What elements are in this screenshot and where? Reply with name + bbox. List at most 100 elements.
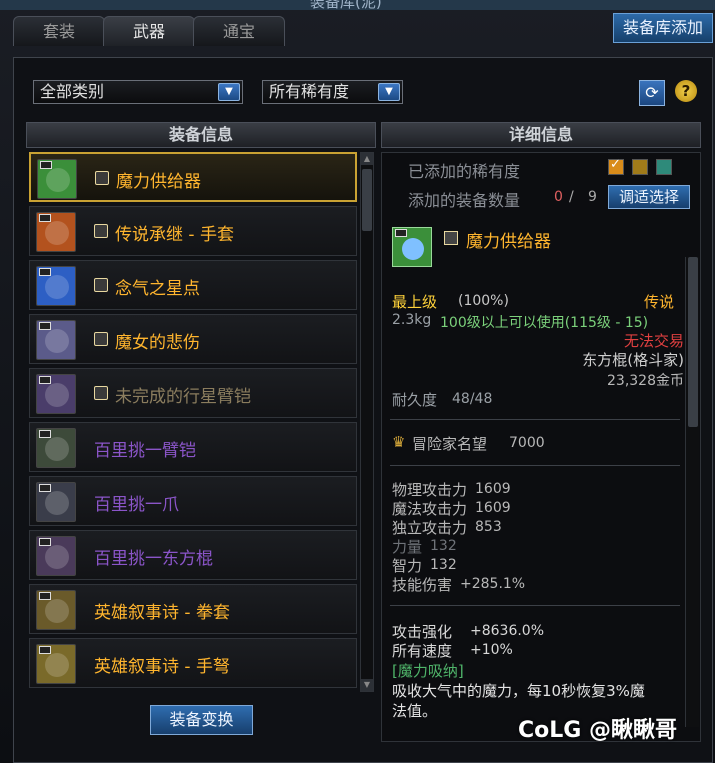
item-name: 念气之星点 xyxy=(115,279,200,299)
trade-status: 无法交易 xyxy=(623,332,684,350)
divider xyxy=(390,465,680,466)
stat-value: 132 xyxy=(430,557,457,573)
list-item[interactable]: 魔女的悲伤 xyxy=(29,314,357,364)
stat-label: 智力 xyxy=(392,557,423,575)
list-item[interactable]: 百里挑一爪 xyxy=(29,476,357,526)
level-marker-icon xyxy=(39,268,51,276)
item-icon xyxy=(37,159,77,199)
level-marker-icon xyxy=(395,229,407,237)
equipment-icon xyxy=(45,437,69,461)
list-item[interactable]: 念气之星点 xyxy=(29,260,357,310)
durability-value: 48/48 xyxy=(452,391,493,407)
attack-boost-label: 攻击强化 xyxy=(392,623,453,641)
skill-description-1: 吸收大气中的魔力，每10秒恢复3%魔 xyxy=(392,682,645,700)
rarity-checkbox-epic[interactable] xyxy=(632,159,648,175)
list-item[interactable]: 百里挑一臂铠 xyxy=(29,422,357,472)
tab-currency[interactable]: 通宝 xyxy=(193,16,285,46)
item-name: 魔力供给器 xyxy=(116,172,201,192)
equipment-icon xyxy=(46,168,70,192)
rarity-checkbox-legend[interactable]: ✓ xyxy=(608,157,624,175)
detail-panel: 已添加的稀有度 ✓ 添加的装备数量 0 / 9 调适选择 魔力供给器 最上级 (… xyxy=(381,152,701,742)
item-name: 百里挑一东方棍 xyxy=(94,549,213,569)
list-item[interactable]: 传说承继 - 手套 xyxy=(29,206,357,256)
detail-scroll-thumb[interactable] xyxy=(688,257,698,427)
divider xyxy=(390,605,680,606)
item-name: 英雄叙事诗 - 拳套 xyxy=(94,603,230,623)
window-title: 装备库(泥) xyxy=(310,0,382,10)
tab-set[interactable]: 套装 xyxy=(13,16,105,46)
list-item[interactable]: 魔力供给器 xyxy=(29,152,357,202)
fame-value: 7000 xyxy=(509,435,545,451)
equipment-icon xyxy=(45,545,69,569)
level-marker-icon xyxy=(39,214,51,222)
list-scrollbar[interactable]: ▲ ▼ xyxy=(360,152,374,692)
stat-value: +285.1% xyxy=(460,576,526,592)
refresh-button[interactable]: ⟳ xyxy=(639,80,665,106)
list-item[interactable]: 未完成的行星臂铠 xyxy=(29,368,357,418)
category-dropdown[interactable]: 全部类别 ▼ xyxy=(33,80,243,104)
legendary-badge-icon xyxy=(444,231,458,245)
stat-label: 力量 xyxy=(392,538,423,556)
item-icon xyxy=(36,374,76,414)
category-value: 全部类别 xyxy=(40,82,105,101)
stat-value: 1609 xyxy=(475,500,511,516)
list-item[interactable]: 英雄叙事诗 - 手弩 xyxy=(29,638,357,688)
added-total: 9 xyxy=(588,189,597,205)
stat-label: 魔法攻击力 xyxy=(392,500,468,518)
level-marker-icon xyxy=(39,484,51,492)
help-button[interactable]: ? xyxy=(675,80,697,102)
equipment-icon xyxy=(45,599,69,623)
item-icon xyxy=(36,536,76,576)
refresh-icon: ⟳ xyxy=(645,83,659,102)
scroll-down-icon[interactable]: ▼ xyxy=(361,679,373,691)
skill-tag: [魔力吸纳] xyxy=(392,662,464,680)
legendary-badge-icon xyxy=(94,332,108,346)
scroll-up-icon[interactable]: ▲ xyxy=(361,153,373,165)
item-name: 未完成的行星臂铠 xyxy=(115,387,251,407)
equipment-list: 魔力供给器传说承继 - 手套 念气之星点魔女的悲伤未完成的行星臂铠百里挑一臂铠 百里… xyxy=(29,152,359,692)
chevron-down-icon: ▼ xyxy=(218,83,240,101)
adjust-selection-button[interactable]: 调适选择 xyxy=(608,185,690,209)
list-item[interactable]: 英雄叙事诗 - 拳套 xyxy=(29,584,357,634)
durability-label: 耐久度 xyxy=(392,391,438,409)
level-marker-icon xyxy=(39,430,51,438)
rarity-dropdown[interactable]: 所有稀有度 ▼ xyxy=(262,80,403,104)
rarity-checkbox-other[interactable] xyxy=(656,159,672,175)
level-marker-icon xyxy=(39,322,51,330)
equipment-icon xyxy=(45,383,69,407)
attack-boost-value: +8636.0% xyxy=(470,623,545,639)
item-name: 百里挑一臂铠 xyxy=(94,441,196,461)
tab-weapon[interactable]: 武器 xyxy=(103,16,195,46)
equipment-library-window: 装备库(泥) 套装 武器 通宝 装备库添加 全部类别 ▼ 所有稀有度 ▼ ⟳ ?… xyxy=(0,0,715,763)
equipment-icon xyxy=(45,653,69,677)
item-icon xyxy=(36,212,76,252)
check-icon: ✓ xyxy=(610,157,621,172)
equipment-icon xyxy=(45,275,69,299)
equipment-icon xyxy=(45,491,69,515)
stat-value: 132 xyxy=(430,538,457,554)
added-rarity-label: 已添加的稀有度 xyxy=(408,162,521,181)
item-icon xyxy=(36,266,76,306)
stat-label: 物理攻击力 xyxy=(392,481,468,499)
item-name: 传说承继 - 手套 xyxy=(115,225,234,245)
add-to-library-button[interactable]: 装备库添加 xyxy=(613,13,713,43)
added-count-label: 添加的装备数量 xyxy=(408,191,521,210)
item-price: 23,328金币 xyxy=(607,373,684,389)
speed-label: 所有速度 xyxy=(392,642,453,660)
stat-label: 技能伤害 xyxy=(392,576,453,594)
detail-scrollbar[interactable] xyxy=(685,257,699,727)
item-name: 百里挑一爪 xyxy=(94,495,179,515)
added-count: 0 xyxy=(554,189,563,205)
equipment-icon xyxy=(45,329,69,353)
equipment-transform-button[interactable]: 装备变换 xyxy=(150,705,253,735)
rarity-label: 传说 xyxy=(644,293,675,311)
legendary-badge-icon xyxy=(94,278,108,292)
divider xyxy=(390,419,680,420)
item-icon xyxy=(36,590,76,630)
item-name: 英雄叙事诗 - 手弩 xyxy=(94,657,230,677)
watermark: CoLG @瞅瞅哥 xyxy=(518,718,677,743)
gauntlet-icon xyxy=(402,238,424,260)
added-count-separator: / xyxy=(569,189,574,205)
list-item[interactable]: 百里挑一东方棍 xyxy=(29,530,357,580)
list-scroll-thumb[interactable] xyxy=(362,169,372,231)
